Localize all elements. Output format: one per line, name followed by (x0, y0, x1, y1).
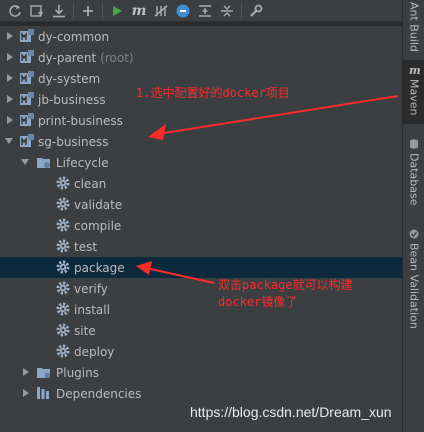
watermark: https://blog.csdn.net/Dream_xun (190, 404, 392, 420)
annotation-arrow-2 (145, 267, 215, 284)
annotation-arrowhead-2 (136, 261, 152, 275)
annotation-note-2-line2: docker镜像了 (218, 295, 298, 309)
annotation-arrowhead-1 (148, 124, 166, 140)
annotation-note-2-line1: 双击package就可以构建 (218, 278, 353, 292)
annotation-note-1: 1.选中配置好的docker项目 (136, 86, 290, 100)
annotation-overlay (136, 95, 399, 284)
annotation-arrow-1 (157, 95, 399, 135)
